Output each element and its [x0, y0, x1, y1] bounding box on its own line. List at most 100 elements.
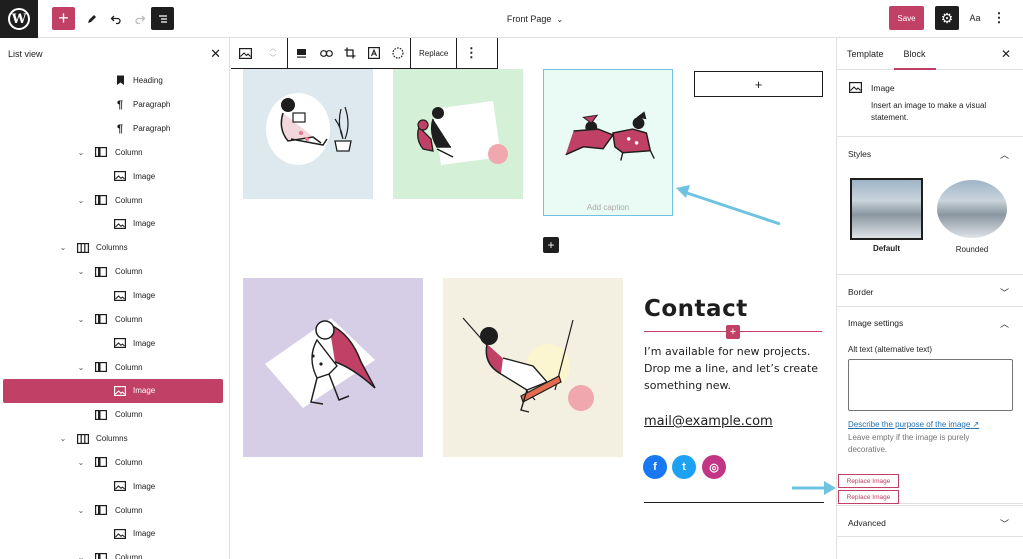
list-view-item-image[interactable]: Image [0, 164, 229, 188]
chevron-down-icon[interactable]: ⌄ [76, 553, 86, 559]
list-view-item-heading[interactable]: Heading [0, 69, 229, 93]
undo-button[interactable] [104, 7, 127, 30]
editor-header: W + Front Page ⌄ Save ⚙ Aa ⋮ [0, 0, 1023, 38]
block-options-button[interactable]: ⋮ [457, 38, 485, 69]
chevron-down-icon[interactable]: ⌄ [58, 434, 68, 443]
tab-template[interactable]: Template [837, 38, 894, 69]
chevron-up-icon[interactable]: ︿ [1000, 317, 1009, 330]
crop-button[interactable] [338, 38, 362, 69]
list-view-toggle-button[interactable] [151, 7, 174, 30]
document-title-dropdown[interactable]: Front Page ⌄ [480, 0, 590, 38]
chevron-up-icon[interactable]: ︿ [270, 43, 277, 53]
block-type-button[interactable] [231, 38, 259, 69]
list-view-item-column[interactable]: ⌄ Column [0, 307, 229, 331]
replace-image-button[interactable]: Replace Image [838, 474, 899, 488]
chevron-down-icon[interactable]: ⌄ [76, 148, 86, 157]
twitter-icon[interactable]: t [672, 455, 696, 479]
tab-block[interactable]: Block [893, 38, 936, 70]
list-view-item-image[interactable]: Image [0, 212, 229, 236]
duotone-button[interactable] [386, 38, 410, 69]
list-view-item-image[interactable]: Image [3, 378, 223, 403]
tools-button[interactable] [80, 7, 103, 30]
move-up-down-buttons[interactable]: ︿ ﹀ [259, 38, 287, 69]
image-icon [114, 218, 126, 230]
describe-purpose-link[interactable]: Describe the purpose of the image ↗ [848, 420, 979, 429]
list-view-item-column[interactable]: ⌄ Column [0, 141, 229, 165]
duotone-icon [392, 47, 404, 59]
image-block[interactable] [443, 278, 623, 457]
settings-button[interactable]: ⚙ [935, 6, 959, 30]
chevron-down-icon[interactable]: ⌄ [76, 506, 86, 515]
separator-inserter-button[interactable]: + [726, 325, 740, 339]
align-button[interactable] [288, 38, 314, 69]
gear-icon: ⚙ [940, 9, 954, 26]
contact-paragraph[interactable]: I’m available for new projects. Drop me … [644, 343, 824, 394]
list-view-item-paragraph[interactable]: ¶ Paragraph [0, 117, 229, 141]
image-block[interactable] [243, 278, 423, 457]
replace-image-button[interactable]: Replace Image [838, 490, 899, 504]
list-view-item-columns[interactable]: ⌄ Columns [0, 427, 229, 451]
list-view-item-column[interactable]: ⌄ Column [0, 546, 229, 559]
list-view-item-image[interactable]: Image [0, 522, 229, 546]
styles-panel: Styles ︿ Default Rounded [837, 137, 1023, 275]
facebook-icon[interactable]: f [643, 455, 667, 479]
list-view-item-label: Image [133, 386, 156, 396]
list-view-item-column[interactable]: ⌄ Column [0, 260, 229, 284]
chevron-down-icon[interactable]: ⌄ [76, 458, 86, 467]
redo-button[interactable] [128, 7, 151, 30]
list-view-item-columns[interactable]: ⌄ Columns [0, 236, 229, 260]
chevron-down-icon[interactable]: ⌄ [76, 363, 86, 372]
style-label: Rounded [955, 245, 989, 254]
image-icon [238, 47, 252, 59]
separator-block[interactable] [644, 502, 824, 503]
paragraph-icon: ¶ [116, 122, 124, 135]
list-view-item-column[interactable]: ⌄ Column [0, 188, 229, 212]
style-option-default[interactable]: Default [850, 178, 923, 253]
wordpress-logo-button[interactable]: W [0, 0, 38, 38]
alt-text-input[interactable] [848, 359, 1013, 411]
style-option-rounded[interactable]: Rounded [937, 180, 1007, 254]
pencil-icon [87, 14, 96, 23]
list-view-item-image[interactable]: Image [0, 331, 229, 355]
close-icon[interactable]: ✕ [1001, 47, 1011, 61]
list-view-item-label: Column [115, 505, 143, 515]
list-view-item-image[interactable]: Image [0, 284, 229, 308]
list-view-item-column[interactable]: Column [0, 403, 229, 427]
close-icon[interactable]: ✕ [210, 46, 221, 62]
replace-button[interactable]: Replace [411, 38, 456, 69]
styles-panel-toggle[interactable]: Styles [837, 137, 1023, 170]
list-view-item-image[interactable]: Image [0, 474, 229, 498]
image-caption-input[interactable]: Add caption [544, 203, 672, 212]
block-appender-button[interactable]: + [694, 71, 823, 97]
document-title: Front Page [506, 14, 552, 24]
chevron-down-icon[interactable]: ⌄ [58, 243, 68, 252]
image-block[interactable] [243, 69, 373, 199]
chevron-down-icon[interactable]: ⌄ [76, 196, 86, 205]
chevron-down-icon[interactable]: ﹀ [270, 53, 277, 63]
image-block[interactable] [393, 69, 523, 199]
save-button[interactable]: Save [889, 6, 924, 30]
styles-button[interactable]: Aa [965, 6, 985, 30]
list-view-item-label: Column [115, 267, 143, 277]
link-button[interactable] [314, 38, 338, 69]
list-view-item-column[interactable]: ⌄ Column [0, 451, 229, 475]
advanced-panel[interactable]: Advanced ﹀ [837, 505, 1023, 537]
contact-heading[interactable]: Contact [644, 296, 748, 322]
inserter-button[interactable]: + [543, 237, 559, 253]
wordpress-logo-icon: W [8, 8, 30, 30]
list-view-item-column[interactable]: ⌄ Column [0, 355, 229, 379]
list-view-item-column[interactable]: ⌄ Column [0, 498, 229, 522]
instagram-icon[interactable]: ◎ [702, 455, 726, 479]
list-view-item-label: Heading [133, 76, 163, 86]
image-block-selected[interactable]: Add caption [543, 69, 673, 216]
contact-email-link[interactable]: mail@example.com [644, 414, 773, 429]
chevron-up-icon[interactable]: ︿ [1000, 148, 1009, 161]
options-menu-button[interactable]: ⋮ [992, 6, 1006, 30]
border-panel[interactable]: Border ﹀ [837, 275, 1023, 307]
chevron-down-icon[interactable]: ⌄ [76, 267, 86, 276]
text-over-image-button[interactable] [362, 38, 386, 69]
block-inserter-button[interactable]: + [52, 7, 75, 30]
chevron-down-icon[interactable]: ⌄ [76, 315, 86, 324]
image-settings-toggle[interactable]: Image settings [837, 306, 1023, 339]
list-view-item-paragraph[interactable]: ¶ Paragraph [0, 93, 229, 117]
